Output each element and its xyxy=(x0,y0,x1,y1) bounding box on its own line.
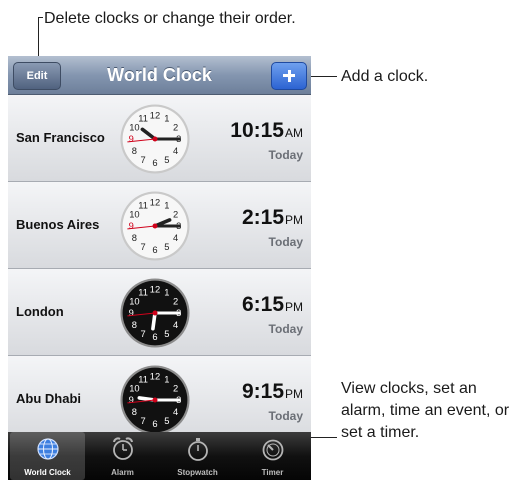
clock-row[interactable]: San Francisco 123456789101112 10:15AM To… xyxy=(8,95,311,182)
clock-row[interactable]: London 123456789101112 6:15PM Today xyxy=(8,269,311,356)
clock-numeral: 1 xyxy=(164,288,169,298)
am-pm-label: PM xyxy=(285,300,303,314)
analog-clock-icon: 123456789101112 xyxy=(120,191,190,261)
day-label: Today xyxy=(268,235,303,249)
tab-timer[interactable]: Timer xyxy=(235,432,310,480)
clock-row[interactable]: Abu Dhabi 123456789101112 9:15PM Today xyxy=(8,356,311,443)
clock-numeral: 7 xyxy=(141,416,146,426)
clock-numeral: 6 xyxy=(152,332,157,342)
city-name: Abu Dhabi xyxy=(16,391,81,406)
clock-numeral: 6 xyxy=(152,158,157,168)
clock-center-pin xyxy=(152,223,158,229)
navigation-bar: World Clock Edit xyxy=(8,56,311,95)
timer-icon xyxy=(262,439,284,461)
clock-numeral: 10 xyxy=(129,296,139,306)
clock-numeral: 5 xyxy=(164,242,169,252)
clock-numeral: 8 xyxy=(132,146,137,156)
clock-numeral: 9 xyxy=(129,395,134,405)
clock-numeral: 2 xyxy=(173,383,178,393)
clock-numeral: 10 xyxy=(129,122,139,132)
clock-numeral: 8 xyxy=(132,407,137,417)
clock-center-pin xyxy=(152,136,158,142)
clock-numeral: 12 xyxy=(150,371,160,381)
digital-time: 10:15AM xyxy=(230,119,303,142)
clock-numeral: 11 xyxy=(138,375,148,385)
analog-clock-icon: 123456789101112 xyxy=(120,365,190,435)
tab-label: World Clock xyxy=(24,468,71,477)
clock-numeral: 4 xyxy=(173,233,178,243)
world-clock-screen: World Clock Edit San Francisco 123456789… xyxy=(8,56,311,480)
clock-numeral: 2 xyxy=(173,209,178,219)
clock-numeral: 11 xyxy=(138,201,148,211)
city-name: London xyxy=(16,304,64,319)
stopwatch-icon xyxy=(188,438,208,461)
clock-numeral: 7 xyxy=(141,155,146,165)
tab-stopwatch[interactable]: Stopwatch xyxy=(160,432,235,480)
clock-numeral: 9 xyxy=(129,134,134,144)
clock-numeral: 7 xyxy=(141,242,146,252)
clock-numeral: 5 xyxy=(164,155,169,165)
am-pm-label: PM xyxy=(285,387,303,401)
clock-numeral: 4 xyxy=(173,320,178,330)
tab-world-clock[interactable]: World Clock xyxy=(10,432,85,480)
clock-numeral: 1 xyxy=(164,114,169,124)
clock-numeral: 11 xyxy=(138,114,148,124)
city-name: Buenos Aires xyxy=(16,217,100,232)
clock-numeral: 9 xyxy=(129,308,134,318)
city-name: San Francisco xyxy=(16,130,105,145)
edit-button[interactable]: Edit xyxy=(13,62,61,90)
clock-row[interactable]: Buenos Aires 123456789101112 2:15PM Toda… xyxy=(8,182,311,269)
clock-list: San Francisco 123456789101112 10:15AM To… xyxy=(8,95,311,443)
clock-center-pin xyxy=(152,310,158,316)
clock-numeral: 7 xyxy=(141,329,146,339)
clock-numeral: 1 xyxy=(164,201,169,211)
clock-numeral: 4 xyxy=(173,146,178,156)
digital-time: 9:15PM xyxy=(241,380,303,403)
clock-numeral: 10 xyxy=(129,209,139,219)
tab-label: Timer xyxy=(261,468,284,477)
day-label: Today xyxy=(268,148,303,162)
clock-numeral: 1 xyxy=(164,375,169,385)
tab-label: Alarm xyxy=(111,468,134,477)
am-pm-label: AM xyxy=(285,126,303,140)
leader-line-edit-tick xyxy=(38,17,43,18)
clock-numeral: 6 xyxy=(152,419,157,429)
clock-numeral: 2 xyxy=(173,122,178,132)
clock-numeral: 12 xyxy=(150,197,160,207)
day-label: Today xyxy=(268,322,303,336)
clock-numeral: 5 xyxy=(164,329,169,339)
alarm-clock-icon xyxy=(113,437,133,460)
clock-numeral: 5 xyxy=(164,416,169,426)
analog-clock-icon: 123456789101112 xyxy=(120,278,190,348)
clock-numeral: 4 xyxy=(173,407,178,417)
clock-numeral: 12 xyxy=(150,284,160,294)
clock-numeral: 8 xyxy=(132,233,137,243)
globe-icon xyxy=(37,438,59,460)
clock-numeral: 2 xyxy=(173,296,178,306)
clock-center-pin xyxy=(152,397,158,403)
clock-numeral: 11 xyxy=(138,288,148,298)
clock-numeral: 12 xyxy=(150,110,160,120)
tab-label: Stopwatch xyxy=(177,468,218,477)
tab-bar: World Clock Alarm Stopwatch Timer xyxy=(8,432,311,480)
callout-tabs-description: View clocks, set an alarm, time an event… xyxy=(341,380,510,441)
analog-clock-icon: 123456789101112 xyxy=(120,104,190,174)
callout-edit-description: Delete clocks or change their order. xyxy=(44,10,296,27)
clock-numeral: 9 xyxy=(129,221,134,231)
callout-add-description: Add a clock. xyxy=(341,68,429,85)
digital-time: 6:15PM xyxy=(241,293,303,316)
clock-numeral: 8 xyxy=(132,320,137,330)
tab-alarm[interactable]: Alarm xyxy=(85,432,160,480)
clock-numeral: 6 xyxy=(152,245,157,255)
am-pm-label: PM xyxy=(285,213,303,227)
day-label: Today xyxy=(268,409,303,423)
clock-numeral: 10 xyxy=(129,383,139,393)
add-clock-button[interactable] xyxy=(271,62,307,90)
digital-time: 2:15PM xyxy=(241,206,303,229)
